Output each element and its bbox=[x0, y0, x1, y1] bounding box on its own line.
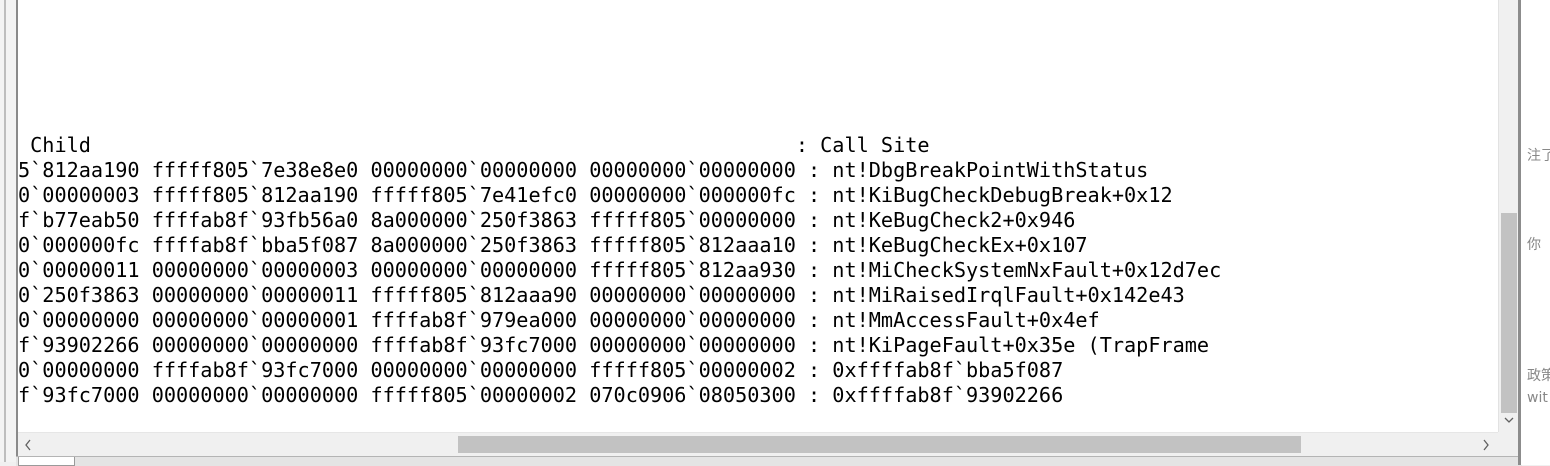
stack-trace-text: Child : Call Site 5`812aa190 fffff805`7e3… bbox=[18, 133, 1221, 408]
stack-frame-line: 0`00000000 ffffab8f`93fc7000 00000000`00… bbox=[18, 358, 1064, 382]
background-text-fragment: wit bbox=[1527, 390, 1548, 406]
stack-frame-line: 0`000000fc ffffab8f`bba5f087 8a000000`25… bbox=[18, 233, 1088, 257]
vertical-scroll-thumb[interactable] bbox=[1501, 213, 1517, 413]
horizontal-scrollbar[interactable] bbox=[18, 432, 1498, 457]
stack-frame-line: f`b77eab50 ffffab8f`93fb56a0 8a000000`25… bbox=[18, 208, 1076, 232]
background-text-fragment: 注了 bbox=[1527, 148, 1550, 164]
stack-frame-line: 0`00000011 00000000`00000003 00000000`00… bbox=[18, 258, 1222, 282]
vertical-scrollbar[interactable] bbox=[1498, 0, 1519, 432]
window-left-border bbox=[0, 0, 18, 462]
background-text-fragment: 你 bbox=[1527, 237, 1541, 253]
stack-frame-line: f`93fc7000 00000000`00000000 fffff805`00… bbox=[18, 383, 1064, 407]
chevron-right-icon[interactable] bbox=[1476, 433, 1496, 457]
background-window: 注了 你 政策 wit bbox=[1521, 0, 1550, 465]
background-text-fragment: 政策 bbox=[1527, 368, 1550, 384]
chevron-left-icon[interactable] bbox=[18, 433, 38, 457]
scrollbar-corner bbox=[1498, 432, 1518, 456]
debugger-output-pane[interactable]: Child : Call Site 5`812aa190 fffff805`7e3… bbox=[18, 0, 1498, 432]
stack-frame-line: 0`00000000 00000000`00000001 ffffab8f`97… bbox=[18, 308, 1100, 332]
stack-frame-line: 0`00000003 fffff805`812aa190 fffff805`7e… bbox=[18, 183, 1173, 207]
horizontal-scroll-thumb[interactable] bbox=[458, 436, 1301, 453]
stack-header-line: Child : Call Site bbox=[18, 133, 930, 157]
chevron-down-icon[interactable] bbox=[1499, 413, 1519, 432]
stack-frame-line: 5`812aa190 fffff805`7e38e8e0 00000000`00… bbox=[18, 158, 1149, 182]
stack-frame-line: 0`250f3863 00000000`00000011 fffff805`81… bbox=[18, 283, 1185, 307]
stack-frame-line: f`93902266 00000000`00000000 ffffab8f`93… bbox=[18, 333, 1210, 357]
